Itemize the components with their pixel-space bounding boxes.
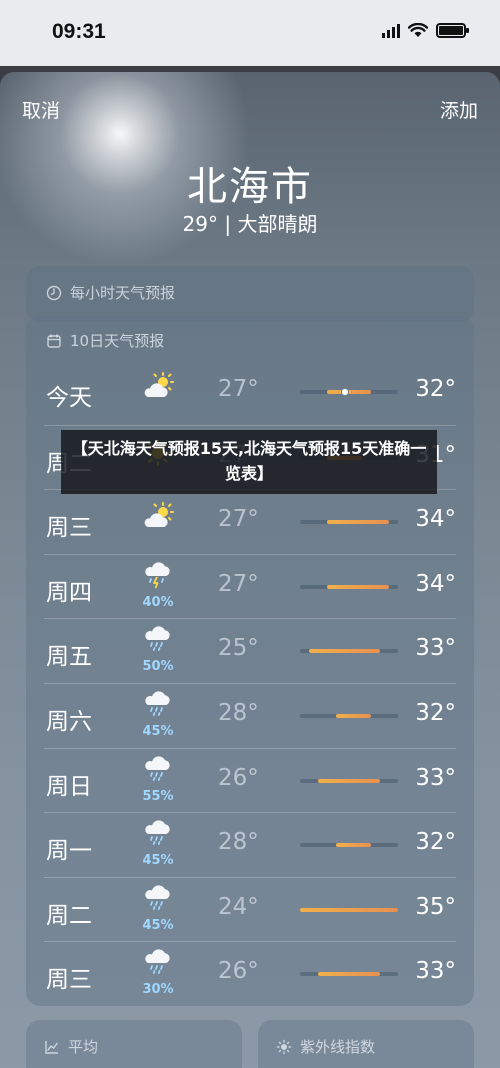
low-temp: 24° — [218, 893, 259, 920]
temp-range-bar — [326, 520, 390, 525]
average-header: 平均 — [44, 1036, 98, 1057]
temp-range-track — [300, 388, 398, 396]
day-row[interactable]: 周三 27° 34° — [44, 489, 456, 554]
rain-cloud-icon — [140, 946, 176, 976]
day-label: 周二 — [46, 902, 92, 929]
average-card[interactable]: 平均 — [26, 1020, 242, 1068]
high-temp: 33° — [415, 958, 456, 985]
overlay-banner: 【天北海天气预报15天,北海天气预报15天准确一览表】 — [61, 430, 437, 494]
temp-range-bar — [317, 972, 381, 977]
average-title: 平均 — [68, 1038, 99, 1056]
high-temp: 32° — [415, 699, 456, 726]
partly-sunny-icon — [140, 502, 176, 532]
high-temp: 35° — [415, 893, 456, 920]
rain-cloud-icon — [140, 623, 176, 653]
day-row[interactable]: 周二 45% 24° 35° — [44, 876, 456, 942]
status-icons — [382, 23, 469, 38]
temp-range-track — [300, 649, 398, 654]
add-button[interactable]: 添加 — [440, 96, 478, 123]
temp-range-bar — [308, 649, 381, 654]
day-label: 今天 — [46, 385, 92, 411]
rain-cloud-icon — [140, 882, 176, 912]
high-temp: 33° — [415, 764, 456, 791]
hourly-forecast-card[interactable]: 每小时天气预报 — [26, 266, 474, 322]
city-name: 北海市 — [187, 164, 313, 210]
day-row[interactable]: 周四 40% 27° 34° — [44, 553, 456, 619]
temp-range-bar — [326, 390, 372, 394]
high-temp: 34° — [415, 506, 456, 533]
low-temp: 28° — [218, 699, 259, 726]
sun-small-icon — [276, 1039, 292, 1054]
day-row[interactable]: 周三 30% 26° 33° — [44, 941, 456, 1006]
current-summary: 29° | 大部晴朗 — [182, 212, 318, 236]
day-label: 周四 — [46, 579, 92, 606]
temp-range-track — [300, 972, 398, 977]
uv-index-title: 紫外线指数 — [300, 1038, 376, 1056]
calendar-icon — [47, 333, 61, 348]
temp-range-bar — [335, 843, 372, 848]
temp-range-track — [300, 843, 398, 848]
day-label: 周三 — [46, 515, 92, 542]
high-temp: 34° — [415, 570, 456, 597]
status-time: 09:31 — [52, 20, 106, 43]
low-temp: 27° — [218, 506, 259, 533]
weather-sheet: 取消 添加 北海市 29° | 大部晴朗 每小时天气预报 10日天气预报 今天 2… — [0, 72, 500, 1068]
low-temp: 26° — [218, 764, 259, 791]
low-temp: 27° — [218, 376, 259, 402]
hourly-forecast-header: 每小时天气预报 — [46, 282, 175, 303]
precipitation-chance: 45% — [142, 853, 174, 869]
cancel-button[interactable]: 取消 — [22, 96, 60, 123]
uv-index-header: 紫外线指数 — [276, 1036, 375, 1057]
current-temp-dot — [340, 388, 349, 396]
temp-range-bar — [335, 713, 372, 718]
temp-range-bar — [317, 778, 381, 783]
temp-range-track — [300, 778, 398, 783]
trend-chart-icon — [45, 1040, 58, 1054]
low-temp: 27° — [218, 570, 259, 597]
wifi-icon — [408, 23, 428, 37]
high-temp: 32° — [415, 376, 456, 402]
day-row[interactable]: 今天 27° 32° — [44, 360, 456, 425]
rain-cloud-icon — [140, 817, 176, 847]
rain-cloud-icon — [140, 688, 176, 718]
battery-icon — [436, 23, 469, 38]
day-label: 周三 — [46, 967, 92, 994]
high-temp: 33° — [415, 635, 456, 662]
precipitation-chance: 50% — [142, 659, 174, 675]
day-row[interactable]: 周六 45% 28° 32° — [44, 682, 456, 748]
temp-range-bar — [326, 584, 390, 589]
hourly-forecast-title: 每小时天气预报 — [70, 284, 176, 302]
day-row[interactable]: 周一 45% 28° 32° — [44, 812, 456, 877]
daily-forecast-card[interactable]: 10日天气预报 今天27°32°周二27°31°周三27°34°周四40%27°… — [26, 316, 474, 1006]
temp-range-track — [300, 520, 398, 525]
precipitation-chance: 45% — [142, 917, 174, 933]
temp-range-track — [300, 584, 398, 589]
day-row[interactable]: 周五 50% 25° 33° — [44, 618, 456, 683]
day-label: 周一 — [46, 838, 92, 865]
partly-sunny-icon — [140, 372, 176, 402]
precipitation-chance: 45% — [142, 723, 174, 739]
low-temp: 26° — [218, 958, 259, 985]
day-label: 周六 — [46, 708, 92, 735]
day-row[interactable]: 周日 55% 26° 33° — [44, 747, 456, 813]
day-label: 周五 — [46, 644, 92, 671]
precipitation-chance: 40% — [142, 594, 174, 610]
clock-icon — [46, 285, 62, 300]
temp-range-bar — [300, 907, 398, 912]
day-label: 周日 — [46, 773, 92, 800]
rain-cloud-icon — [140, 753, 176, 783]
high-temp: 32° — [415, 829, 456, 856]
precipitation-chance: 30% — [142, 982, 174, 998]
precipitation-chance: 55% — [142, 788, 174, 804]
thunderstorm-icon — [140, 559, 176, 589]
daily-forecast-header: 10日天气预报 — [46, 330, 164, 351]
uv-index-card[interactable]: 紫外线指数 — [258, 1020, 474, 1068]
daily-forecast-title: 10日天气预报 — [70, 332, 165, 350]
temp-range-track — [300, 907, 398, 912]
low-temp: 25° — [218, 635, 259, 662]
status-bar: 09:31 — [0, 0, 500, 66]
low-temp: 28° — [218, 829, 259, 856]
cellular-signal-icon — [382, 23, 400, 38]
temp-range-track — [300, 713, 398, 718]
